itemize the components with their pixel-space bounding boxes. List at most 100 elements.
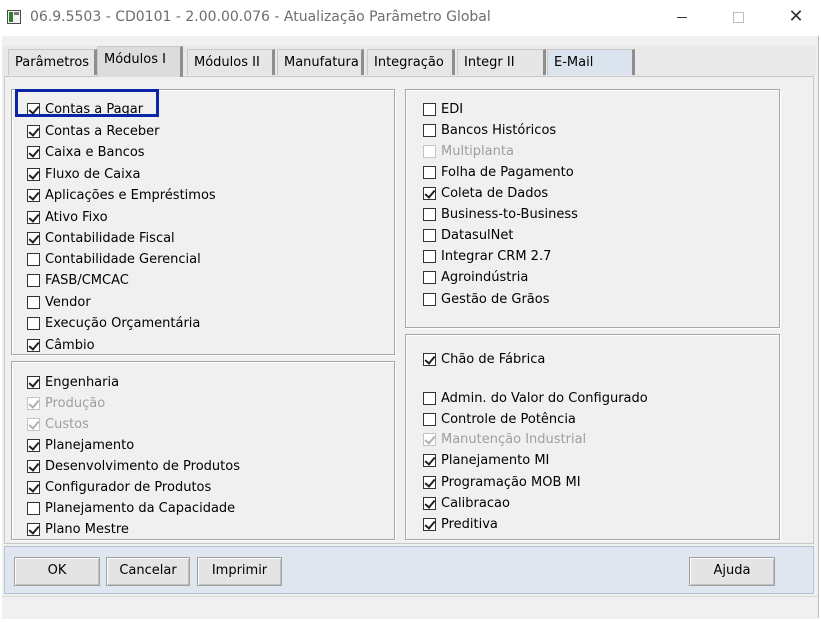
checkbox-unchecked-icon[interactable] (423, 103, 436, 116)
imprimir-button[interactable]: Imprimir (197, 557, 282, 586)
maximize-icon (733, 12, 744, 23)
checkbox-unchecked-icon[interactable] (27, 253, 40, 266)
checkbox-label: Caixa e Bancos (45, 145, 145, 160)
checkbox-label: Ativo Fixo (45, 210, 108, 225)
checkbox-label: Planejamento (45, 438, 135, 453)
tab-label: Manufatura (284, 55, 359, 70)
checkbox-label: Aplicações e Empréstimos (45, 188, 216, 203)
tab-parametros[interactable]: Parâmetros (8, 49, 97, 75)
checkbox-checked-icon (27, 418, 40, 431)
checkbox-checked-icon[interactable] (27, 460, 40, 473)
focus-indicator (15, 89, 159, 117)
checkbox-label: Business-to-Business (441, 207, 578, 222)
checkbox-label: Agroindústria (441, 270, 529, 285)
checkbox-unchecked-icon[interactable] (423, 293, 436, 306)
cancelar-button[interactable]: Cancelar (106, 557, 190, 586)
maximize-button (715, 0, 761, 36)
checkbox-checked-icon[interactable] (423, 187, 436, 200)
checkbox-checked-icon[interactable] (423, 454, 436, 467)
checkbox-unchecked-icon[interactable] (423, 250, 436, 263)
checkbox-checked-icon[interactable] (27, 189, 40, 202)
checkbox-label: Admin. do Valor do Configurado (441, 391, 648, 406)
checkbox-label: Manutenção Industrial (441, 432, 587, 447)
checkbox-label: Produção (45, 396, 106, 411)
checkbox-checked-icon[interactable] (27, 376, 40, 389)
checkbox-label: Vendor (45, 295, 91, 310)
checkbox-label: EDI (441, 102, 464, 117)
checkbox-label: Planejamento MI (441, 453, 550, 468)
checkbox-label: Custos (45, 417, 89, 432)
tab-integracao[interactable]: Integração (367, 49, 455, 75)
checkbox-label: Planejamento da Capacidade (45, 501, 236, 516)
app-icon (7, 10, 21, 24)
tab-e-mail[interactable]: E-Mail (547, 49, 635, 75)
checkbox-label: Programação MOB MI (441, 475, 581, 490)
checkbox-unchecked-icon[interactable] (423, 271, 436, 284)
checkbox-checked-icon[interactable] (27, 439, 40, 452)
checkbox-label: Gestão de Grãos (441, 292, 550, 307)
imprimir-button-label: Imprimir (211, 563, 268, 578)
checkbox-unchecked-icon[interactable] (27, 502, 40, 515)
checkbox-checked-icon[interactable] (27, 339, 40, 352)
checkbox-label: Fluxo de Caixa (45, 167, 141, 182)
checkbox-label: Calibracao (441, 496, 510, 511)
checkbox-label: Folha de Pagamento (441, 165, 574, 180)
checkbox-unchecked-icon[interactable] (423, 124, 436, 137)
checkbox-label: Câmbio (45, 338, 95, 353)
checkbox-unchecked-icon[interactable] (27, 296, 40, 309)
tab-modulos-i[interactable]: Módulos I (97, 46, 183, 77)
tab-label: Módulos I (104, 52, 166, 67)
checkbox-label: DatasulNet (441, 228, 514, 243)
checkbox-label: Plano Mestre (45, 522, 129, 537)
checkbox-unchecked-icon[interactable] (27, 317, 40, 330)
checkbox-checked-icon[interactable] (423, 518, 436, 531)
checkbox-unchecked-icon[interactable] (423, 392, 436, 405)
checkbox-unchecked-icon[interactable] (27, 274, 40, 287)
checkbox-checked-icon[interactable] (423, 353, 436, 366)
cancelar-button-label: Cancelar (119, 563, 177, 578)
tab-modulos-ii[interactable]: Módulos II (187, 49, 275, 75)
checkbox-unchecked-icon (423, 145, 436, 158)
checkbox-label: Engenharia (45, 375, 120, 390)
ajuda-button[interactable]: Ajuda (689, 557, 775, 586)
checkbox-unchecked-icon[interactable] (423, 166, 436, 179)
status-bar (2, 596, 818, 619)
ok-button-label: OK (47, 563, 67, 578)
ok-button[interactable]: OK (14, 557, 100, 586)
tab-integr-ii[interactable]: Integr II (457, 49, 546, 75)
checkbox-label: Multiplanta (441, 144, 514, 159)
checkbox-label: Bancos Históricos (441, 123, 557, 138)
tab-manufatura[interactable]: Manufatura (277, 49, 364, 75)
ajuda-button-label: Ajuda (713, 563, 751, 578)
tab-label: Integração (374, 55, 444, 70)
checkbox-label: Coleta de Dados (441, 186, 549, 201)
checkbox-checked-icon[interactable] (27, 481, 40, 494)
checkbox-checked-icon[interactable] (27, 168, 40, 181)
checkbox-label: Contas a Receber (45, 124, 160, 139)
tab-label: E-Mail (554, 55, 594, 70)
checkbox-unchecked-icon[interactable] (423, 229, 436, 242)
checkbox-label: Contabilidade Gerencial (45, 252, 201, 267)
checkbox-checked-icon[interactable] (27, 125, 40, 138)
checkbox-label: Controle de Potência (441, 412, 576, 427)
minimize-icon (677, 17, 687, 18)
tab-label: Parâmetros (15, 55, 90, 70)
checkbox-unchecked-icon[interactable] (423, 413, 436, 426)
minimize-button[interactable] (659, 0, 705, 36)
checkbox-label: Preditiva (441, 517, 498, 532)
close-button[interactable]: ✕ (773, 0, 819, 36)
checkbox-label: Execução Orçamentária (45, 316, 201, 331)
checkbox-label: Chão de Fábrica (441, 352, 546, 367)
checkbox-checked-icon (423, 433, 436, 446)
checkbox-checked-icon[interactable] (423, 476, 436, 489)
checkbox-checked-icon[interactable] (27, 232, 40, 245)
tab-label: Integr II (464, 55, 515, 70)
checkbox-checked-icon[interactable] (27, 211, 40, 224)
close-icon: ✕ (788, 6, 804, 27)
checkbox-checked-icon[interactable] (27, 146, 40, 159)
checkbox-label: Contabilidade Fiscal (45, 231, 175, 246)
checkbox-checked-icon[interactable] (423, 497, 436, 510)
checkbox-checked-icon[interactable] (27, 523, 40, 536)
checkbox-unchecked-icon[interactable] (423, 208, 436, 221)
window-title: 06.9.5503 - CD0101 - 2.00.00.076 - Atual… (30, 9, 491, 25)
